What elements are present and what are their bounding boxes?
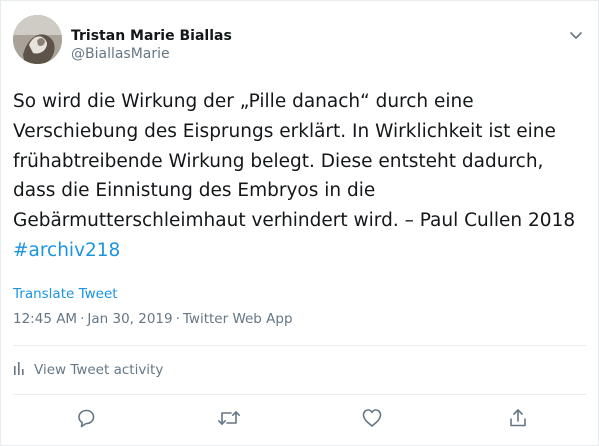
view-tweet-activity-link[interactable]: View Tweet activity bbox=[13, 361, 163, 379]
tweet-text: So wird die Wirkung der „Pille danach“ d… bbox=[13, 87, 583, 266]
user-handle[interactable]: @BiallasMarie bbox=[71, 45, 232, 63]
retweet-icon[interactable] bbox=[216, 405, 242, 431]
reply-icon[interactable] bbox=[73, 405, 99, 431]
tweet-header: Tristan Marie Biallas @BiallasMarie bbox=[13, 15, 586, 67]
meta-separator: · bbox=[175, 311, 180, 327]
divider bbox=[13, 345, 586, 346]
hashtag-link[interactable]: #archiv218 bbox=[13, 240, 120, 261]
meta-separator: · bbox=[80, 311, 85, 327]
tweet-actions bbox=[1, 405, 598, 431]
bar-chart-icon bbox=[13, 361, 25, 379]
tweet-time[interactable]: 12:45 AM bbox=[13, 311, 77, 327]
view-tweet-activity-label: View Tweet activity bbox=[34, 362, 164, 378]
divider bbox=[13, 394, 586, 395]
user-names: Tristan Marie Biallas @BiallasMarie bbox=[71, 27, 232, 63]
tweet-metadata: 12:45 AM · Jan 30, 2019 · Twitter Web App bbox=[13, 311, 293, 327]
share-icon[interactable] bbox=[505, 405, 531, 431]
tweet-card: Tristan Marie Biallas @BiallasMarie So w… bbox=[0, 0, 599, 446]
user-display-name[interactable]: Tristan Marie Biallas bbox=[71, 27, 232, 45]
avatar[interactable] bbox=[13, 15, 62, 64]
tweet-date[interactable]: Jan 30, 2019 bbox=[87, 311, 172, 327]
tweet-body: So wird die Wirkung der „Pille danach“ d… bbox=[13, 91, 576, 232]
translate-tweet-link[interactable]: Translate Tweet bbox=[13, 286, 118, 302]
avatar-image bbox=[13, 15, 62, 64]
chevron-down-icon[interactable] bbox=[566, 25, 586, 45]
tweet-source[interactable]: Twitter Web App bbox=[183, 311, 293, 327]
like-icon[interactable] bbox=[359, 405, 385, 431]
